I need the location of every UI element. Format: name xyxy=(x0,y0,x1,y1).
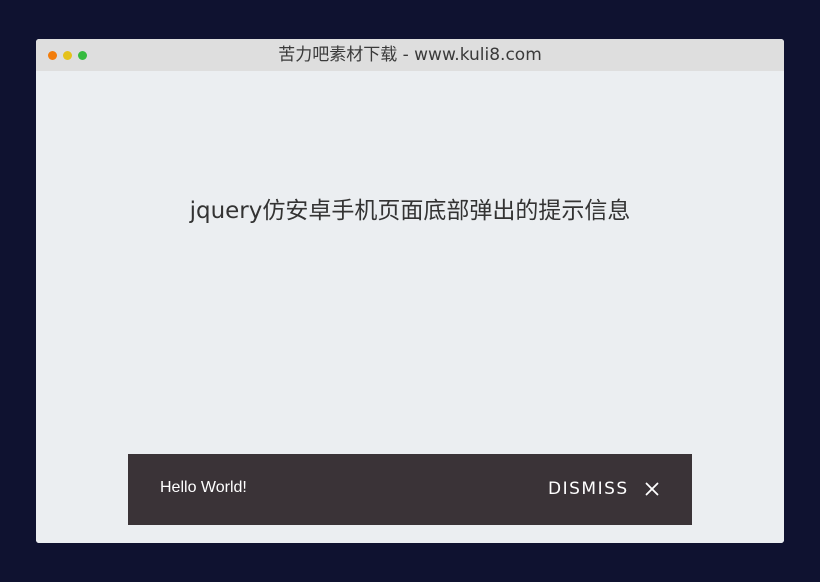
browser-window: 苦力吧素材下载 - www.kuli8.com jquery仿安卓手机页面底部弹… xyxy=(36,39,784,543)
window-title: 苦力吧素材下载 - www.kuli8.com xyxy=(278,45,542,65)
snackbar-message: Hello World! xyxy=(160,479,247,496)
close-icon[interactable] xyxy=(644,481,660,497)
dismiss-label: DISMISS xyxy=(548,479,629,499)
window-titlebar: 苦力吧素材下载 - www.kuli8.com xyxy=(36,39,784,71)
snackbar: Hello World! DISMISS xyxy=(128,454,692,525)
page-title: jquery仿安卓手机页面底部弹出的提示信息 xyxy=(189,198,631,224)
dismiss-button[interactable]: DISMISS xyxy=(548,476,660,502)
page-content: jquery仿安卓手机页面底部弹出的提示信息 Hello World! DISM… xyxy=(36,71,784,543)
